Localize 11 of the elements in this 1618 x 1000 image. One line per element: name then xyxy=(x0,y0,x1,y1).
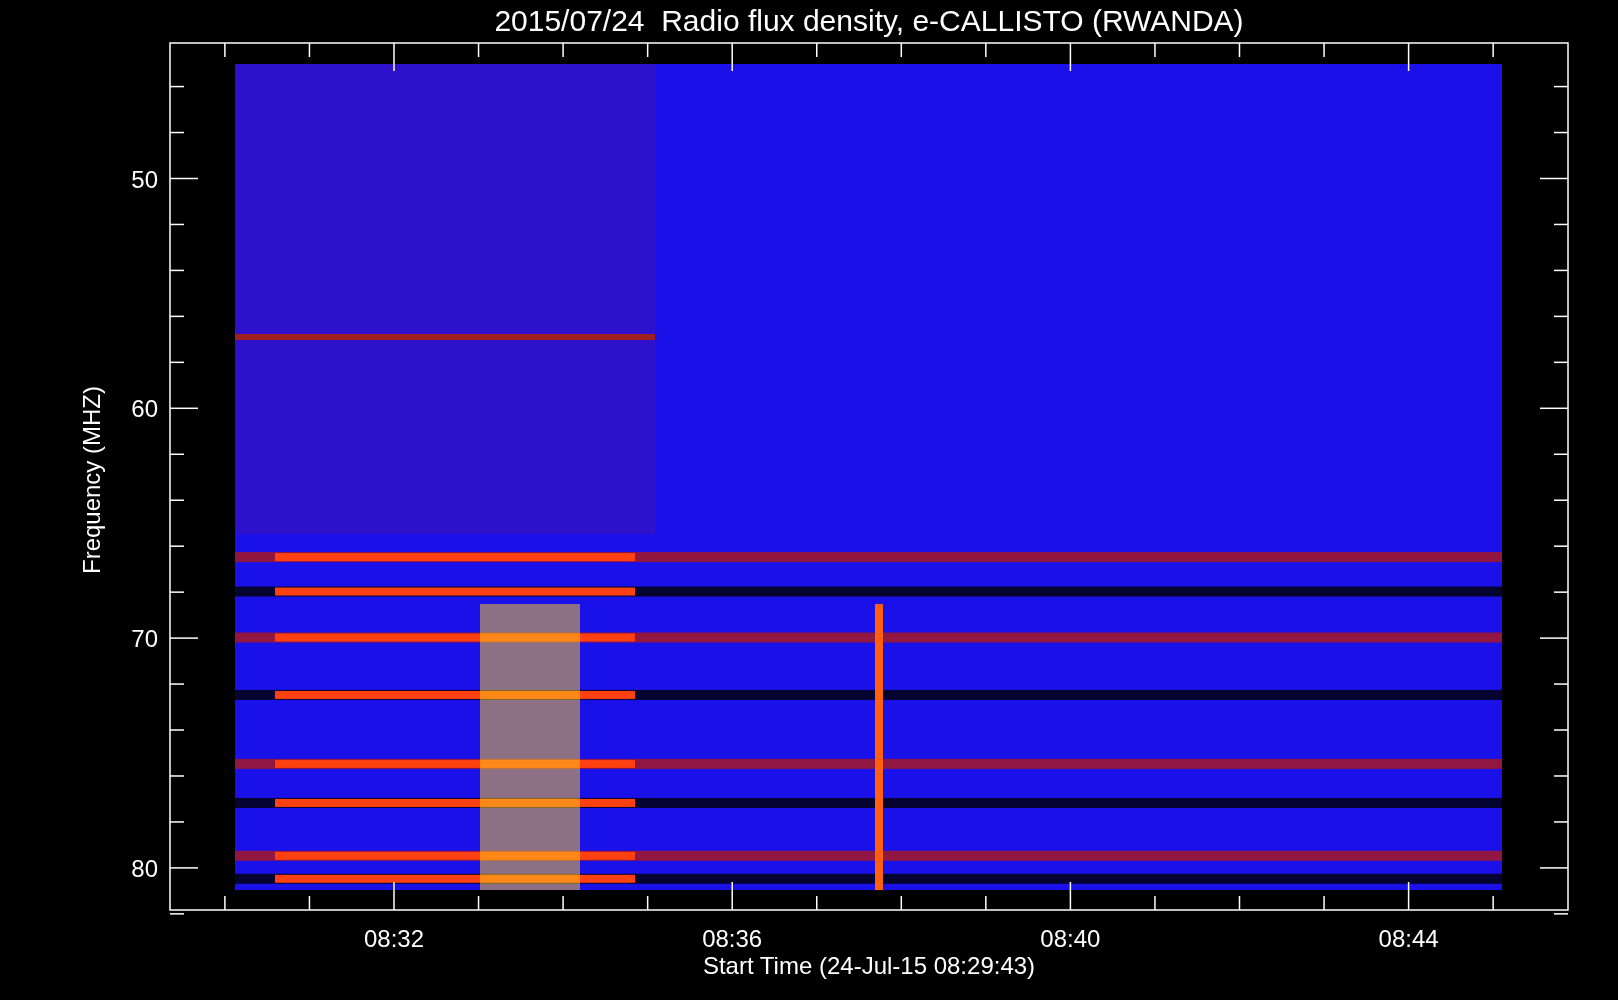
chart-title: 2015/07/24 Radio flux density, e-CALLISTO (RWANDA) xyxy=(494,4,1244,37)
x-tick-label: 08:44 xyxy=(1378,925,1439,952)
y-tick-label: 60 xyxy=(131,395,158,423)
x-tick-label: 08:32 xyxy=(363,925,425,952)
y-tick-label: 80 xyxy=(131,854,158,882)
x-axis-label: Start Time (24-Jul-15 08:29:43) xyxy=(702,952,1036,979)
y-axis-label: Frequency (MHZ) xyxy=(78,386,105,574)
x-tick-label: 08:36 xyxy=(702,925,763,952)
y-tick-label: 70 xyxy=(131,625,158,653)
y-tick-label: 50 xyxy=(131,165,158,193)
x-tick-label: 08:40 xyxy=(1040,925,1101,952)
